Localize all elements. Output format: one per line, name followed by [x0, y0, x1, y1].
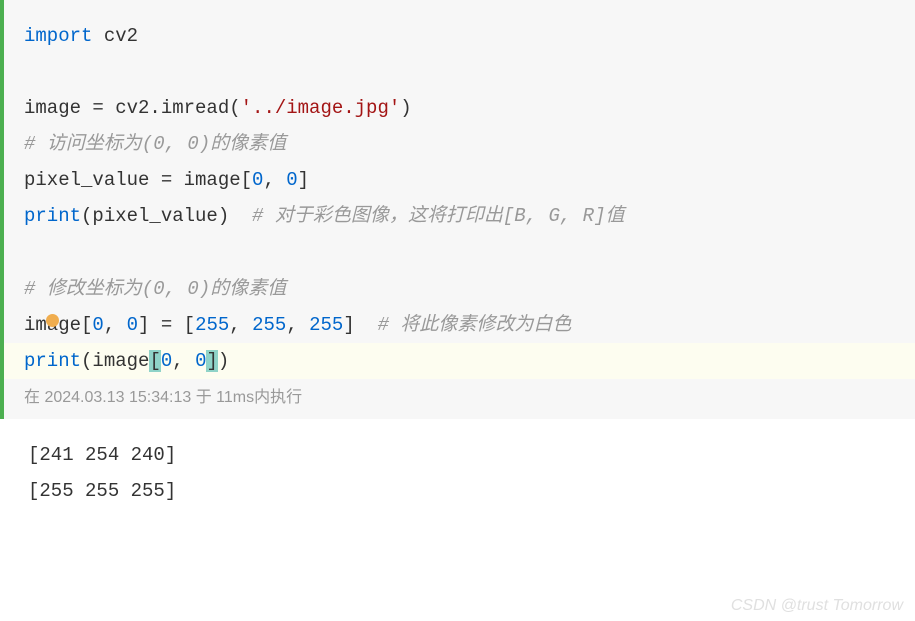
code-text: ] — [343, 314, 377, 336]
code-text: , — [229, 314, 252, 336]
code-line-blank-1 — [24, 54, 915, 90]
number: 255 — [195, 314, 229, 336]
csdn-watermark: CSDN @trust Tomorrow — [731, 597, 903, 615]
code-line-6: print(pixel_value) # 对于彩色图像，这将打印出[B, G, … — [24, 198, 915, 234]
comment: # 将此像素修改为白色 — [378, 314, 572, 336]
code-text: ) — [400, 97, 411, 119]
code-line-1: import cv2 — [24, 18, 915, 54]
output-block: [241 254 240][255 255 255] — [0, 419, 915, 527]
bracket-highlight-open: [ — [149, 350, 160, 372]
builtin-print: print — [24, 205, 81, 227]
comment: # 对于彩色图像，这将打印出[B, G, R]值 — [252, 205, 624, 227]
number: 0 — [252, 169, 263, 191]
number: 0 — [92, 314, 103, 336]
number: 0 — [286, 169, 297, 191]
code-line-blank-2 — [24, 235, 915, 271]
number: 255 — [252, 314, 286, 336]
code-text: , — [104, 314, 127, 336]
code-block: import cv2 image = cv2.imread('../image.… — [0, 0, 915, 419]
number: 0 — [127, 314, 138, 336]
code-text: pixel_value = image[ — [24, 169, 252, 191]
number: 0 — [195, 350, 206, 372]
code-line-9: image[0, 0] = [255, 255, 255] # 将此像素修改为白… — [24, 307, 915, 343]
code-line-8: # 修改坐标为(0, 0)的像素值 — [24, 271, 915, 307]
output-line-2: [255 255 255] — [28, 473, 915, 509]
number: 255 — [309, 314, 343, 336]
code-text: (pixel_value) — [81, 205, 252, 227]
keyword-import: import — [24, 25, 92, 47]
builtin-print: print — [24, 350, 81, 372]
code-line-5: pixel_value = image[0, 0] — [24, 162, 915, 198]
code-text: ] = [ — [138, 314, 195, 336]
module-cv2: cv2 — [92, 25, 138, 47]
code-text: ) — [218, 350, 229, 372]
bracket-highlight-close: ] — [206, 350, 217, 372]
code-text: , — [263, 169, 286, 191]
code-text: ] — [298, 169, 309, 191]
code-line-4: # 访问坐标为(0, 0)的像素值 — [24, 126, 915, 162]
execution-info: 在 2024.03.13 15:34:13 于 11ms内执行 — [24, 379, 915, 413]
screenshot-wrap: import cv2 image = cv2.imread('../image.… — [0, 0, 915, 621]
code-line-10: print(image[0, 0]) — [24, 350, 229, 372]
code-text: image = cv2.imread( — [24, 97, 241, 119]
string-literal: '../image.jpg' — [241, 97, 401, 119]
output-line-1: [241 254 240] — [28, 437, 915, 473]
code-line-3: image = cv2.imread('../image.jpg') — [24, 90, 915, 126]
code-text: , — [286, 314, 309, 336]
comment: # 访问坐标为(0, 0)的像素值 — [24, 133, 286, 155]
code-line-10-highlight: print(image[0, 0]) — [4, 343, 915, 379]
number: 0 — [161, 350, 172, 372]
code-text: , — [172, 350, 195, 372]
comment: # 修改坐标为(0, 0)的像素值 — [24, 278, 286, 300]
code-text: image[ — [24, 314, 92, 336]
code-text: (image — [81, 350, 149, 372]
